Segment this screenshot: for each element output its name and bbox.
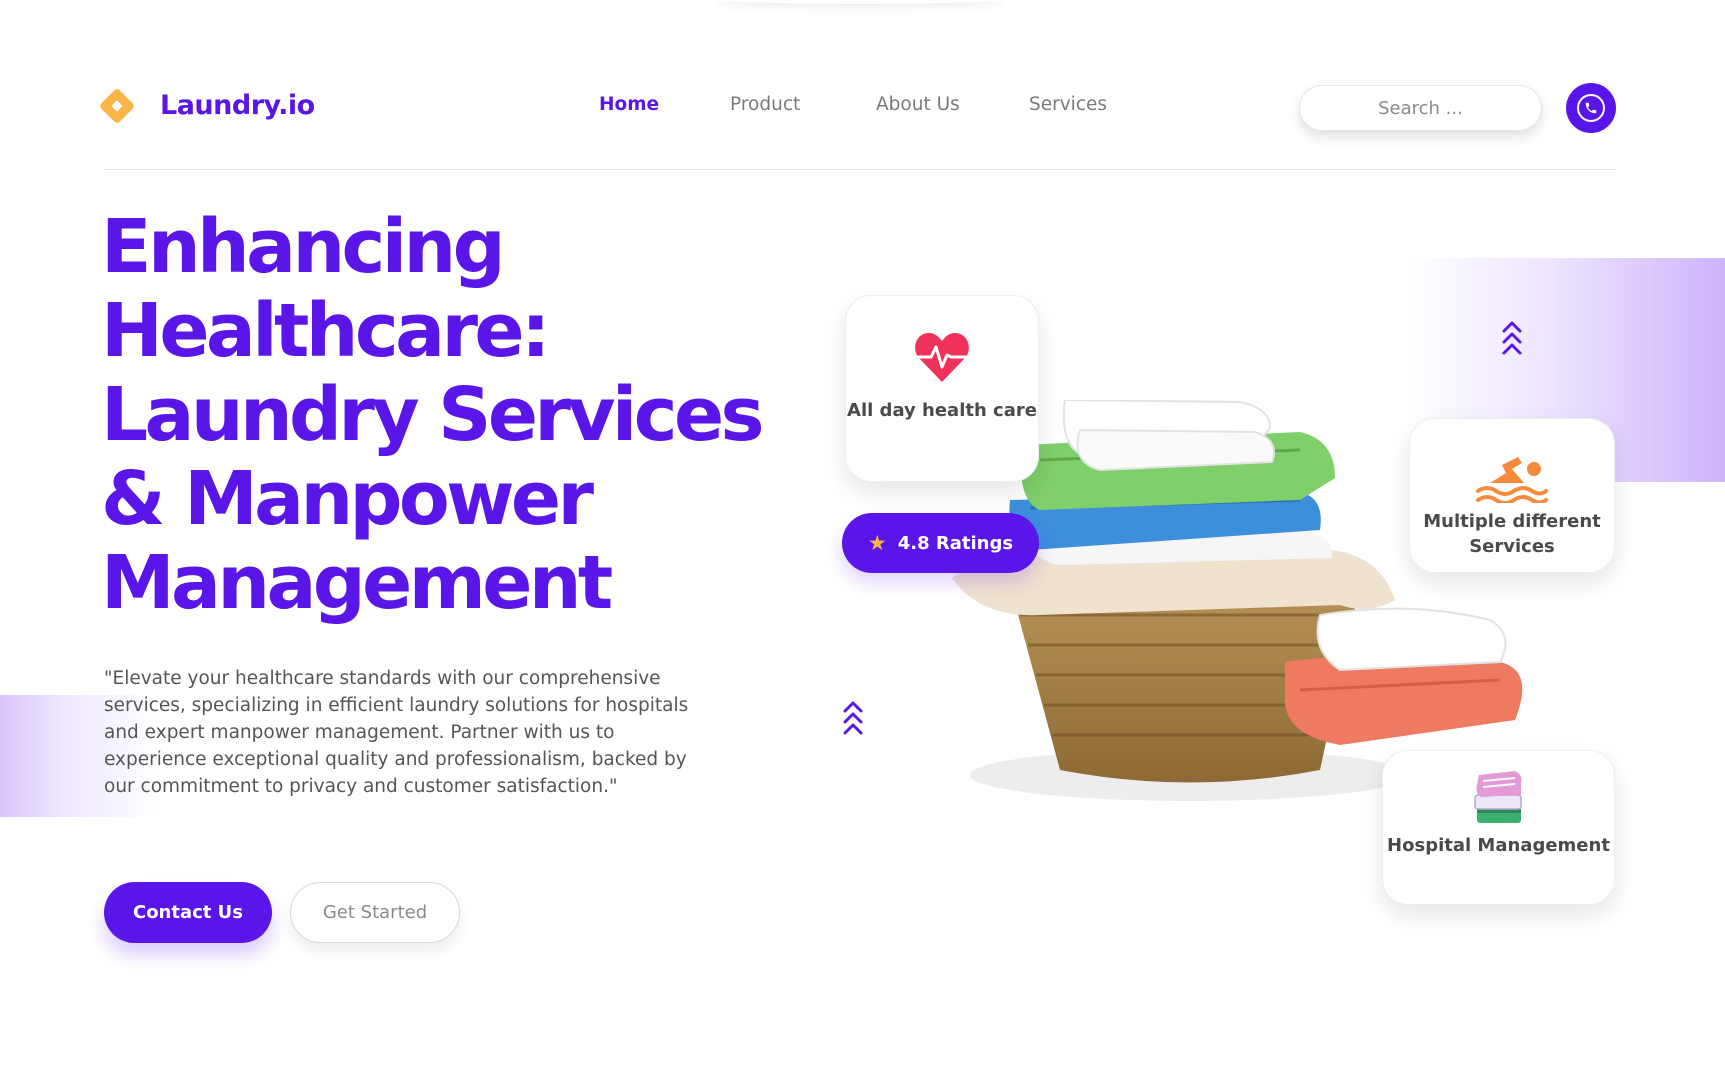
feature-label: Hospital Management (1387, 835, 1610, 856)
logo[interactable]: Laundry.io (98, 87, 315, 124)
ratings-label: 4.8 Ratings (897, 532, 1014, 554)
feature-label: Multiple different Services (1423, 511, 1601, 557)
logo-diamond-icon (98, 87, 136, 124)
chevrons-up-icon (843, 701, 863, 735)
swimmer-icon (1476, 457, 1548, 503)
feature-card-hospital: Hospital Management (1382, 750, 1615, 905)
feature-card-health: All day health care (845, 295, 1039, 482)
contact-us-button[interactable]: Contact Us (104, 882, 272, 943)
hero-title-line: & Manpower (101, 456, 594, 542)
star-icon: ★ (867, 531, 887, 555)
get-started-button[interactable]: Get Started (290, 882, 460, 943)
feature-card-services: Multiple different Services (1409, 418, 1615, 573)
hero-title-line: Laundry Services (101, 372, 765, 458)
top-edge-shadow (715, 0, 1005, 4)
chevrons-up-icon (1502, 321, 1522, 355)
brand-name: Laundry.io (160, 90, 315, 121)
nav-about-us[interactable]: About Us (876, 94, 960, 115)
phone-button[interactable] (1566, 83, 1616, 133)
hero-title-line: Management (101, 540, 613, 626)
search-box (1299, 85, 1542, 131)
hero-description: "Elevate your healthcare standards with … (104, 668, 689, 797)
stacked-books-icon (1473, 771, 1522, 823)
feature-label: All day health care (847, 400, 1037, 421)
phone-icon (1577, 94, 1605, 122)
heart-pulse-icon (915, 333, 969, 382)
ratings-badge: ★ 4.8 Ratings (842, 513, 1039, 573)
nav-services[interactable]: Services (1029, 94, 1107, 115)
hero-title-line: Healthcare: (101, 288, 551, 374)
nav-home[interactable]: Home (599, 94, 659, 115)
search-input[interactable] (1300, 97, 1541, 119)
header-divider (104, 169, 1616, 170)
hero-title: Enhancing Healthcare: Laundry Services &… (101, 205, 821, 625)
hero-title-line: Enhancing (101, 204, 506, 290)
nav-product[interactable]: Product (730, 94, 800, 115)
